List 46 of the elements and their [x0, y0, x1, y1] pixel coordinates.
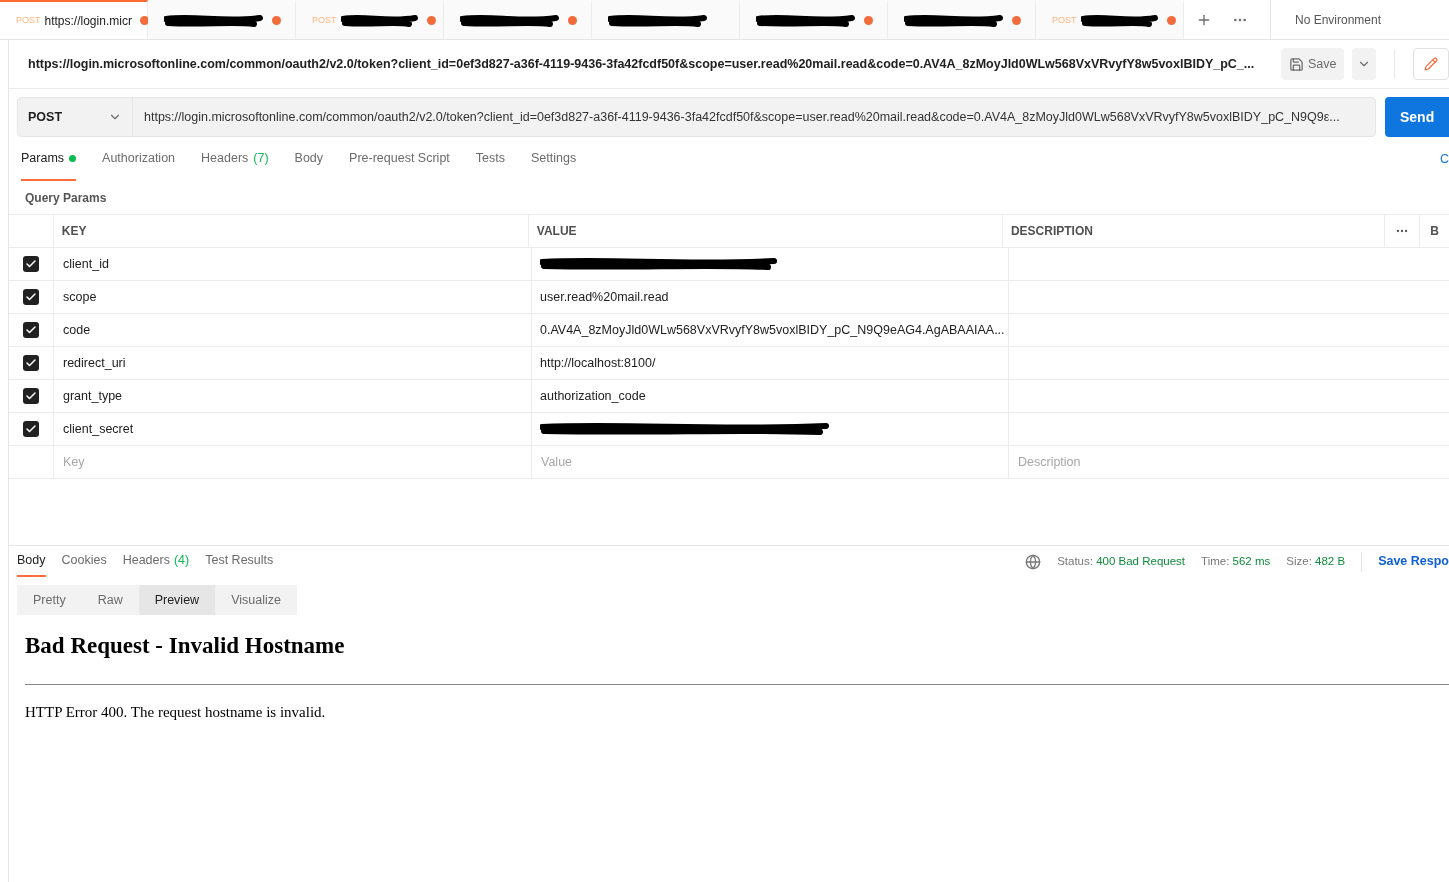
param-key: code: [63, 320, 91, 340]
response-tab[interactable]: Cookies: [61, 546, 107, 577]
response-tab[interactable]: Body: [17, 546, 46, 577]
view-mode-button[interactable]: Raw: [81, 585, 139, 615]
param-value: user.read%20mail.read: [540, 288, 669, 306]
request-section-tab[interactable]: Body: [294, 137, 324, 181]
preview-heading: Bad Request - Invalid Hostname: [25, 632, 346, 660]
request-section-tab[interactable]: Tests: [475, 137, 505, 181]
save-response-link[interactable]: Save Respo: [1378, 552, 1449, 571]
time-text: Time: 562 ms: [1201, 553, 1271, 569]
method-label: POST: [16, 13, 41, 27]
request-section-tab[interactable]: Pre-request Script: [349, 137, 450, 181]
column-header: KEY: [53, 215, 529, 247]
column-header: DESCRIPTION: [1002, 215, 1385, 247]
request-title: https://login.microsoftonline.com/common/oauth2/v2.0/token?client_id=0ef3d827-a36f-4119-9436-3fa42fcdf50f&scope=user.read%20mail.read&code=0.AV4A_8zMoyJld0WLw568VxVRvyfY8w5voxlBIDY_pC_...: [28, 55, 1256, 73]
preview-message: HTTP Error 400. The request hostname is invalid.: [25, 702, 327, 722]
save-button[interactable]: Save: [1280, 48, 1345, 80]
request-section-tab[interactable]: Headers (7): [201, 137, 269, 181]
param-key: scope: [63, 287, 97, 307]
response-tab[interactable]: Headers (4): [122, 546, 190, 577]
param-key: redirect_uri: [63, 353, 126, 373]
response-tab[interactable]: Test Results: [205, 546, 274, 577]
request-section-tab[interactable]: Settings: [531, 137, 577, 181]
request-section-tab[interactable]: Authorization: [102, 137, 176, 181]
view-mode-button[interactable]: Preview: [138, 585, 216, 615]
param-key: grant_type: [63, 386, 123, 406]
send-button[interactable]: Send: [1385, 97, 1449, 137]
column-header: VALUE: [528, 215, 1003, 247]
section-title: Query Params: [25, 189, 107, 207]
size-text: Size: 482 B: [1286, 553, 1346, 569]
column-header: B: [1429, 223, 1440, 240]
environment-selector[interactable]: No Environment: [1295, 10, 1382, 29]
param-key: client_secret: [63, 419, 134, 439]
param-value: http://localhost:8100/: [540, 354, 656, 372]
view-mode-button[interactable]: Pretty: [17, 585, 82, 615]
method-label: POST: [312, 13, 337, 27]
status-text: Status: 400 Bad Request: [1057, 553, 1186, 569]
view-mode-button[interactable]: Visualize: [215, 585, 297, 615]
request-tab[interactable]: POST https://login.micr: [0, 0, 148, 39]
cookies-link[interactable]: C: [1439, 149, 1449, 169]
request-section-tab[interactable]: Params: [21, 137, 77, 181]
method-label: POST: [1052, 13, 1077, 27]
param-key: client_id: [63, 254, 109, 274]
param-value: authorization_code: [540, 387, 646, 405]
tab-title: https://login.micr: [44, 12, 132, 30]
param-value: 0.AV4A_8zMoyJld0WLw568VxVRvyfY8w5voxlBIDY_pC_N9Q9eAG4.AgABAAIAA...: [540, 321, 1005, 339]
